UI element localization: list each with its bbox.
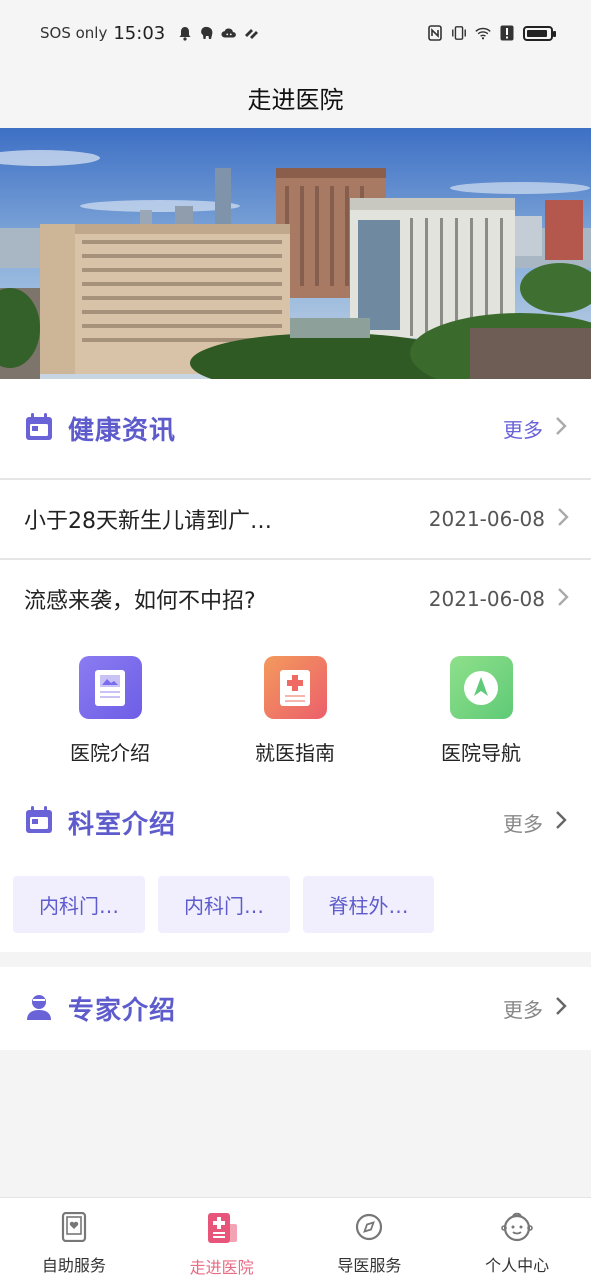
status-bar: SOS only 15:03 [0, 0, 591, 66]
tab-label: 走进医院 [189, 1258, 254, 1277]
news-title: 流感来袭，如何不中招? [24, 589, 256, 614]
department-chip[interactable]: 脊柱外… [303, 876, 434, 933]
battery-icon [523, 25, 556, 41]
tab-guide-service[interactable]: 导医服务 [296, 1198, 444, 1280]
quick-action-label: 医院导航 [441, 741, 521, 765]
experts-more-button[interactable]: 更多 [503, 994, 567, 1023]
medical-guide-icon [263, 656, 327, 719]
departments-title: 科室介绍 [68, 809, 177, 840]
carrier-text: SOS only [40, 24, 108, 42]
more-label: 更多 [503, 811, 543, 836]
link-icon [243, 25, 259, 41]
compass-icon [355, 1212, 383, 1246]
tab-personal-center[interactable]: 个人中心 [443, 1198, 591, 1280]
chevron-right-icon [557, 587, 569, 611]
alert-icon [499, 25, 515, 41]
tab-label: 自助服务 [41, 1256, 106, 1275]
nfc-icon [427, 25, 443, 41]
experts-header: 专家介绍 更多 [0, 967, 591, 1050]
navigation-bar: 走进医院 [0, 66, 591, 128]
news-title: 小于28天新生儿请到广… [24, 509, 272, 534]
health-news-header: 健康资讯 更多 [0, 379, 591, 478]
departments-more-button[interactable]: 更多 [503, 808, 567, 837]
department-chip[interactable]: 内科门… [13, 876, 145, 933]
hospital-intro-button[interactable]: 医院介绍 [35, 656, 185, 766]
wifi-icon [475, 25, 491, 41]
vibrate-icon [451, 25, 467, 41]
quick-action-label: 医院介绍 [70, 741, 150, 765]
chevron-right-icon [555, 996, 567, 1021]
hospital-navigation-button[interactable]: 医院导航 [406, 656, 556, 766]
doctor-icon [24, 992, 54, 1026]
cloud-face-icon [221, 25, 237, 41]
news-item[interactable]: 小于28天新生儿请到广… 2021-06-08 [0, 480, 591, 558]
department-chip[interactable]: 内科门… [158, 876, 290, 933]
departments-header: 科室介绍 更多 [0, 782, 591, 862]
hospital-icon [206, 1212, 238, 1248]
hospital-banner-image[interactable] [0, 128, 591, 379]
chevron-right-icon [557, 507, 569, 531]
page-title: 走进医院 [247, 85, 344, 114]
quick-action-label: 就医指南 [255, 741, 335, 765]
bottom-tab-bar: 自助服务 走进医院 导医服务 个人中心 [0, 1197, 591, 1280]
clock: 15:03 [113, 22, 166, 44]
news-date: 2021-06-08 [428, 587, 545, 611]
elephant-icon [199, 25, 215, 41]
tab-label: 导医服务 [337, 1256, 402, 1275]
health-news-more-button[interactable]: 更多 [503, 414, 567, 443]
document-image-icon [78, 656, 142, 719]
navigation-icon [449, 656, 513, 719]
medical-guide-button[interactable]: 就医指南 [220, 656, 370, 766]
tab-label: 个人中心 [485, 1256, 550, 1275]
departments-section: 科室介绍 更多 内科门… 内科门… 脊柱外… [0, 782, 591, 952]
health-news-title: 健康资讯 [68, 416, 177, 446]
more-label: 更多 [503, 998, 543, 1022]
tab-enter-hospital[interactable]: 走进医院 [148, 1198, 296, 1280]
calendar-icon [24, 805, 54, 839]
baby-face-icon [501, 1212, 533, 1246]
news-item[interactable]: 流感来袭，如何不中招? 2021-06-08 [0, 560, 591, 638]
chevron-right-icon [555, 810, 567, 835]
tablet-icon [61, 1211, 87, 1246]
calendar-icon [24, 412, 54, 446]
tab-self-service[interactable]: 自助服务 [0, 1198, 148, 1280]
chevron-right-icon [555, 416, 567, 441]
experts-section: 专家介绍 更多 [0, 967, 591, 1050]
news-date: 2021-06-08 [428, 507, 545, 531]
experts-title: 专家介绍 [68, 996, 177, 1026]
quick-actions: 医院介绍 就医指南 医院导航 [0, 638, 591, 782]
bell-icon [177, 25, 193, 41]
more-label: 更多 [503, 418, 543, 442]
